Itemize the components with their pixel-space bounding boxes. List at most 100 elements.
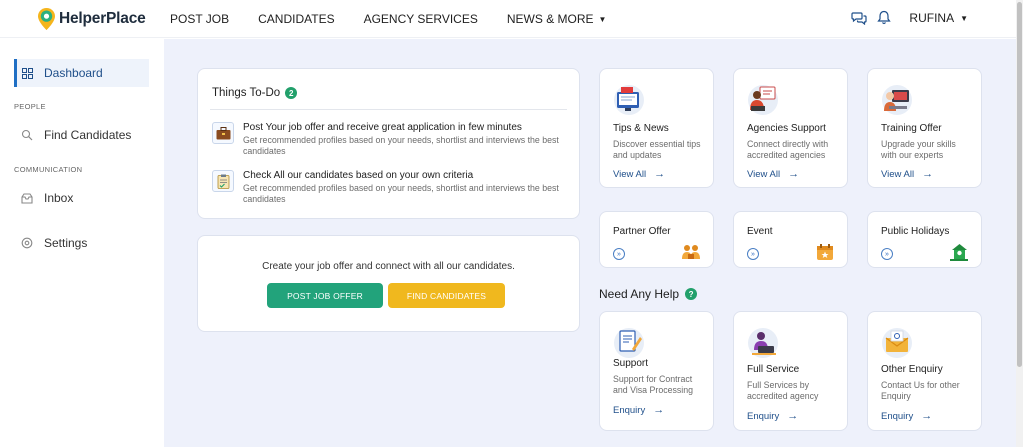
nav-candidates[interactable]: CANDIDATES bbox=[258, 12, 334, 26]
circle-arrow-icon[interactable]: » bbox=[613, 248, 625, 260]
training-icon bbox=[882, 85, 912, 115]
enquiry-link[interactable]: Enquiry → bbox=[747, 410, 798, 422]
enquiry-label: Enquiry bbox=[747, 410, 780, 422]
tile-description: Full Services by accredited agency bbox=[747, 380, 819, 401]
user-menu[interactable]: RUFINA ▼ bbox=[909, 11, 968, 25]
tile-title: Full Service bbox=[747, 364, 800, 375]
tile-full-service[interactable]: Full Service Full Services by accredited… bbox=[733, 311, 848, 431]
view-all-link[interactable]: View All → bbox=[747, 168, 799, 180]
tile-title: Tips & News bbox=[613, 123, 669, 134]
news-icon bbox=[614, 85, 644, 115]
arrow-right-icon: → bbox=[787, 410, 799, 422]
nav-news-more-label: NEWS & MORE bbox=[506, 12, 594, 26]
find-candidates-button[interactable]: FIND CANDIDATES bbox=[388, 283, 505, 308]
chat-icon[interactable] bbox=[851, 11, 868, 25]
todo-item-description: Get recommended profiles based on your n… bbox=[243, 135, 559, 156]
main-content: Things To-Do 2 Post Your job offer and r… bbox=[164, 39, 1016, 447]
todo-title-text: Things To-Do bbox=[212, 87, 281, 99]
agency-icon bbox=[748, 85, 778, 115]
divider bbox=[210, 109, 567, 110]
main-nav: POST JOB CANDIDATES AGENCY SERVICES NEWS… bbox=[170, 12, 635, 26]
tile-title: Public Holidays bbox=[881, 226, 950, 237]
full-service-icon bbox=[748, 328, 778, 358]
tile-training-offer[interactable]: Training Offer Upgrade your skills with … bbox=[867, 68, 982, 188]
help-question-icon[interactable]: ? bbox=[685, 288, 698, 300]
holiday-icon bbox=[950, 244, 968, 261]
sidebar-item-label: Settings bbox=[44, 236, 88, 250]
enquiry-label: Enquiry bbox=[881, 410, 914, 422]
todo-item-heading: Check All our candidates based on your o… bbox=[243, 170, 474, 181]
todo-item-heading: Post Your job offer and receive great ap… bbox=[243, 122, 522, 133]
sidebar-heading-communication: COMMUNICATION bbox=[14, 165, 83, 174]
caret-down-icon: ▼ bbox=[960, 13, 968, 23]
tile-title: Other Enquiry bbox=[881, 364, 943, 375]
tile-other-enquiry[interactable]: Other Enquiry Contact Us for other Enqui… bbox=[867, 311, 982, 431]
tile-description: Connect directly with accredited agencie… bbox=[747, 139, 829, 160]
nav-agency-services[interactable]: AGENCY SERVICES bbox=[364, 12, 478, 26]
create-job-card: Create your job offer and connect with a… bbox=[197, 235, 580, 332]
tile-description: Contact Us for other Enquiry bbox=[881, 380, 960, 401]
tile-tips-news[interactable]: Tips & News Discover essential tips and … bbox=[599, 68, 714, 188]
sidebar-item-settings[interactable]: Settings bbox=[14, 229, 149, 257]
sidebar-item-inbox[interactable]: Inbox bbox=[14, 184, 149, 212]
todo-item-check-candidates[interactable]: Check All our candidates based on your o… bbox=[212, 170, 565, 205]
circle-arrow-icon[interactable]: » bbox=[881, 248, 893, 260]
need-help-heading: Need Any Help ? bbox=[599, 287, 698, 301]
caret-down-icon: ▼ bbox=[598, 15, 607, 24]
enquiry-link[interactable]: Enquiry → bbox=[881, 410, 932, 422]
tile-public-holidays[interactable]: Public Holidays » bbox=[867, 211, 982, 268]
nav-post-job[interactable]: POST JOB bbox=[170, 12, 229, 26]
inbox-icon bbox=[20, 191, 34, 205]
sidebar-heading-people: PEOPLE bbox=[14, 102, 46, 111]
tile-title: Partner Offer bbox=[613, 226, 671, 237]
sidebar-item-label: Inbox bbox=[44, 191, 74, 205]
arrow-right-icon: → bbox=[653, 404, 665, 416]
sidebar-item-find-candidates[interactable]: Find Candidates bbox=[14, 121, 149, 149]
tile-title: Training Offer bbox=[881, 123, 942, 134]
need-help-heading-text: Need Any Help bbox=[599, 287, 680, 301]
page-scrollbar[interactable] bbox=[1016, 0, 1023, 447]
arrow-right-icon: → bbox=[922, 168, 934, 180]
circle-arrow-icon[interactable]: » bbox=[747, 248, 759, 260]
tile-description: Upgrade your skills with our experts bbox=[881, 139, 956, 160]
view-all-label: View All bbox=[613, 168, 647, 180]
tile-partner-offer[interactable]: Partner Offer » bbox=[599, 211, 714, 268]
calendar-icon bbox=[817, 244, 833, 260]
sidebar-item-dashboard[interactable]: Dashboard bbox=[14, 59, 149, 87]
tile-event[interactable]: Event » bbox=[733, 211, 848, 268]
post-job-offer-button[interactable]: POST JOB OFFER bbox=[267, 283, 383, 308]
view-all-link[interactable]: View All → bbox=[613, 168, 665, 180]
view-all-label: View All bbox=[747, 168, 781, 180]
todo-item-description: Get recommended profiles based on your n… bbox=[243, 183, 559, 204]
enquiry-label: Enquiry bbox=[613, 404, 646, 416]
todo-card: Things To-Do 2 Post Your job offer and r… bbox=[197, 68, 580, 219]
view-all-link[interactable]: View All → bbox=[881, 168, 933, 180]
bell-icon[interactable] bbox=[877, 10, 892, 25]
brand-logo[interactable]: HelperPlace bbox=[38, 8, 146, 30]
nav-news-more[interactable]: NEWS & MORE ▼ bbox=[507, 12, 607, 26]
tile-title: Agencies Support bbox=[747, 123, 826, 134]
tile-support[interactable]: Support Support for Contract and Visa Pr… bbox=[599, 311, 714, 431]
todo-item-post-job[interactable]: Post Your job offer and receive great ap… bbox=[212, 122, 565, 157]
arrow-right-icon: → bbox=[921, 410, 933, 422]
sidebar-item-label: Dashboard bbox=[44, 66, 103, 80]
arrow-right-icon: → bbox=[788, 168, 800, 180]
sidebar-item-label: Find Candidates bbox=[44, 128, 132, 142]
partner-icon bbox=[682, 245, 700, 259]
settings-icon bbox=[20, 236, 34, 250]
arrow-right-icon: → bbox=[654, 168, 666, 180]
create-job-text: Create your job offer and connect with a… bbox=[262, 261, 515, 272]
grid-icon bbox=[20, 66, 34, 80]
logo-pin-icon bbox=[38, 8, 55, 30]
tile-title: Event bbox=[747, 226, 773, 237]
checklist-icon bbox=[212, 170, 234, 192]
sidebar: Dashboard PEOPLE Find Candidates COMMUNI… bbox=[0, 39, 164, 447]
brand-name: HelperPlace bbox=[59, 10, 146, 27]
top-navigation-bar: HelperPlace POST JOB CANDIDATES AGENCY S… bbox=[0, 0, 1016, 38]
tile-title: Support bbox=[613, 358, 649, 369]
enquiry-link[interactable]: Enquiry → bbox=[613, 404, 664, 416]
scrollbar-thumb[interactable] bbox=[1017, 2, 1022, 367]
briefcase-icon bbox=[212, 122, 234, 144]
tile-agencies-support[interactable]: Agencies Support Connect directly with a… bbox=[733, 68, 848, 188]
tile-description: Discover essential tips and updates bbox=[613, 139, 701, 160]
